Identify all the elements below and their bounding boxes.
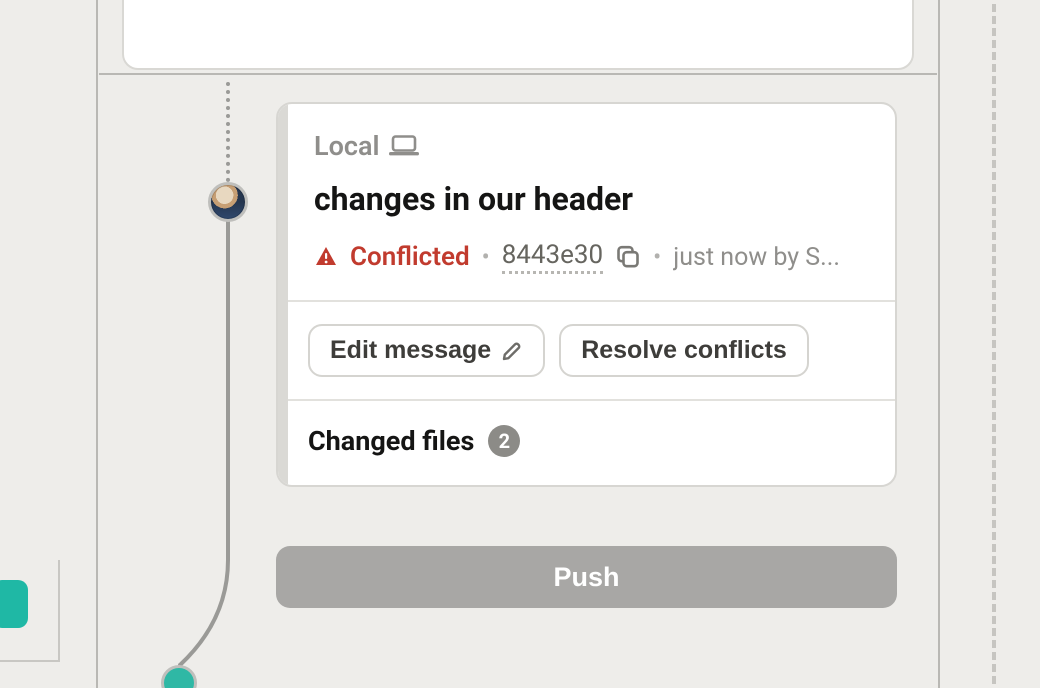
changed-files-count-badge: 2	[488, 425, 520, 457]
pencil-icon	[501, 340, 523, 362]
commit-status: Conflicted	[350, 242, 470, 272]
commit-card: Local changes in our header Conflicted •…	[276, 102, 897, 487]
changed-files-row[interactable]: Changed files 2	[284, 401, 895, 485]
commit-title: changes in our header	[314, 180, 865, 218]
copy-icon[interactable]	[615, 244, 641, 270]
commit-author-avatar	[208, 182, 248, 222]
commit-actions-row: Edit message Resolve conflicts	[284, 302, 895, 399]
graph-line	[226, 220, 230, 540]
changed-files-label: Changed files	[308, 425, 474, 457]
edit-message-button[interactable]: Edit message	[308, 324, 545, 377]
edit-message-label: Edit message	[330, 336, 491, 365]
card-accent	[278, 104, 288, 485]
resolve-conflicts-button[interactable]: Resolve conflicts	[559, 324, 809, 377]
warning-icon	[314, 245, 338, 269]
push-button-label: Push	[553, 562, 619, 592]
meta-separator: •	[482, 243, 490, 271]
commit-hash[interactable]: 8443e30	[502, 240, 603, 274]
right-panel-edge	[992, 0, 996, 688]
active-branch-accent	[0, 580, 28, 628]
commit-scope-row: Local	[314, 130, 865, 162]
graph-curve	[130, 520, 270, 688]
left-panel-border-h	[0, 660, 60, 662]
graph-dotted-top	[226, 82, 230, 182]
commit-card-header: Local changes in our header Conflicted •…	[284, 104, 895, 300]
commit-meta-row: Conflicted • 8443e30 • just now by S...	[314, 240, 865, 274]
meta-separator: •	[653, 243, 661, 271]
upper-card	[122, 0, 914, 70]
commit-scope-label: Local	[314, 130, 379, 162]
resolve-conflicts-label: Resolve conflicts	[581, 336, 787, 365]
push-button[interactable]: Push	[276, 546, 897, 608]
laptop-icon	[389, 135, 419, 157]
commit-byline: just now by S...	[673, 243, 865, 272]
panel-divider	[99, 73, 937, 75]
left-panel-border-v	[58, 560, 60, 662]
